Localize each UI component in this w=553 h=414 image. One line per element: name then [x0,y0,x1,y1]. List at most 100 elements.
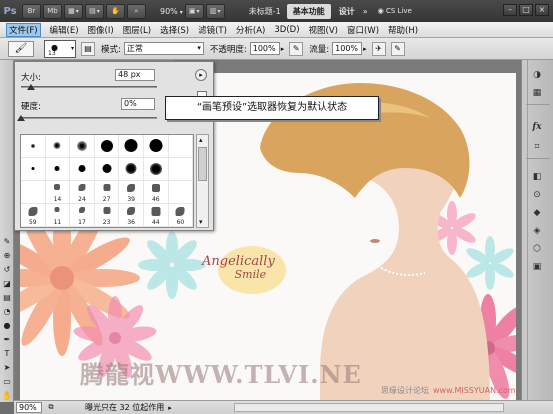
hand-tool-bar-icon[interactable]: ✋ [106,3,125,19]
workspace-design-button[interactable]: 设计 [339,6,355,17]
masks-icon[interactable]: ⊙ [529,188,545,202]
menu-view[interactable]: 视图(V) [309,24,338,36]
hardness-input[interactable]: 0% [121,98,155,110]
styles-icon[interactable]: fx [529,120,545,134]
scroll-thumb[interactable] [198,147,207,181]
menu-file[interactable]: 文件(F) [6,22,41,37]
mini-bridge-button[interactable]: Mb [43,3,62,19]
blur-icon[interactable]: ◔ [2,306,12,317]
cs-live-button[interactable]: ◉ CS Live [378,7,412,15]
brush-preset-cell[interactable] [45,135,71,158]
brush-preset-cell[interactable]: 27 [94,181,120,204]
layer-style-icon[interactable]: ⌗ [529,140,545,154]
brush-preset-cell[interactable] [168,135,194,158]
brush-preset-cell[interactable]: 59 [21,204,46,227]
zoom-tool-bar-icon[interactable]: ⌕ [127,3,146,19]
brush-preset-cell[interactable]: 39 [119,181,144,204]
shape-icon[interactable]: ▭ [2,376,12,387]
pressure-size-icon[interactable]: ✎ [390,41,405,56]
flow-arrow-icon[interactable]: ▸ [363,45,367,53]
adjustments-icon[interactable]: ◧ [529,170,545,184]
clone-stamp-icon[interactable]: ⊕ [2,250,12,261]
menu-edit[interactable]: 编辑(E) [50,24,79,36]
brush-preset-cell[interactable] [94,158,120,181]
brush-preset-cell[interactable] [168,181,194,204]
size-input[interactable]: 48 px [115,69,155,81]
hand-icon[interactable]: ✋ [2,390,12,401]
screen-mode-button[interactable]: ▣ [184,3,204,19]
opacity-field[interactable]: 100% [249,42,280,55]
status-zoom-field[interactable]: 90% [16,402,42,413]
brush-preset-picker[interactable]: ● 13 ▾ [44,39,76,58]
close-button[interactable]: × [535,4,549,16]
menu-window[interactable]: 窗口(W) [347,24,379,36]
mode-select[interactable]: 正常 [123,42,204,55]
dodge-icon[interactable]: ● [2,320,12,331]
hardness-slider-thumb[interactable] [17,115,25,121]
panel-menu-icon[interactable]: ▸ [195,69,207,81]
brush-preset-cell[interactable] [94,135,120,158]
scroll-down-icon[interactable]: ▾ [199,218,203,226]
airbrush-icon[interactable]: ✈ [371,41,386,56]
pen-icon[interactable]: ✒ [2,334,12,345]
minimize-button[interactable]: – [503,4,517,16]
bridge-button[interactable]: Br [22,3,41,19]
status-menu-arrow-icon[interactable]: ▸ [168,404,172,412]
preset-grid-scrollbar[interactable]: ▴ ▾ [196,134,209,228]
swatches-icon[interactable]: ▦ [529,86,545,100]
zoom-level-select[interactable]: 90% [160,7,183,16]
layers-icon[interactable]: ◆ [529,206,545,220]
brush-preset-cell[interactable] [119,158,144,181]
brush-preset-cell[interactable] [144,158,169,181]
brush-preset-cell[interactable]: 23 [94,204,120,227]
brush-preset-cell[interactable] [70,135,95,158]
brush-preset-cell[interactable] [21,181,46,204]
brush-preset-cell[interactable]: 14 [45,181,71,204]
brush-preset-cell[interactable]: 17 [70,204,95,227]
size-slider-thumb[interactable] [26,84,35,90]
brush-preset-cell[interactable]: 60 [168,204,194,227]
brush-preset-cell[interactable]: 36 [119,204,144,227]
tool-preset-picker[interactable]: 🖌 [8,40,34,57]
brush-preset-cell[interactable]: 46 [144,181,169,204]
menu-image[interactable]: 图像(I) [88,24,114,36]
extras-button[interactable]: ▥ [205,3,225,19]
document-info-icon[interactable]: ⧉ [45,402,57,413]
size-slider-track[interactable] [21,86,157,88]
path-select-icon[interactable]: ➤ [2,362,12,373]
menu-layer[interactable]: 图层(L) [123,24,151,36]
gradient-icon[interactable]: ▤ [2,292,12,303]
channels-icon[interactable]: ◈ [529,224,545,238]
color-icon[interactable]: ◑ [529,68,545,82]
scroll-up-icon[interactable]: ▴ [199,136,203,144]
brush-preset-cell[interactable] [144,135,169,158]
brush-preset-cell[interactable]: 11 [45,204,71,227]
brush-tool-icon[interactable]: ✎ [2,236,12,247]
arrange-documents-button[interactable]: ▤ [85,3,104,19]
brush-preset-cell[interactable] [119,135,144,158]
eraser-icon[interactable]: ◪ [2,278,12,289]
brush-preset-cell[interactable] [168,158,194,181]
brush-preset-cell[interactable]: 24 [70,181,95,204]
brush-preset-grid[interactable]: 14 24 27 39 46 59 11 17 23 36 44 60 [20,134,194,228]
menu-select[interactable]: 选择(S) [160,24,189,36]
menu-analysis[interactable]: 分析(A) [236,24,265,36]
restore-button[interactable]: □ [519,4,533,16]
pressure-opacity-icon[interactable]: ✎ [289,41,304,56]
menu-3d[interactable]: 3D(D) [274,25,299,35]
history-brush-icon[interactable]: ↺ [2,264,12,275]
menu-help[interactable]: 帮助(H) [388,24,418,36]
hardness-slider-track[interactable] [21,117,157,119]
canvas-vertical-scrollbar[interactable] [522,60,528,402]
menu-filter[interactable]: 滤镜(T) [198,24,227,36]
paths-icon[interactable]: ⬡ [529,242,545,256]
brush-preset-cell[interactable]: 44 [144,204,169,227]
toggle-brush-panel-icon[interactable]: ▤ [81,41,95,56]
brush-preset-cell[interactable] [45,158,71,181]
3d-icon[interactable]: ▣ [529,260,545,274]
brush-preset-cell[interactable] [21,135,46,158]
view-extras-button[interactable]: ▦ [64,3,83,19]
opacity-arrow-icon[interactable]: ▸ [281,45,285,53]
brush-preset-cell[interactable] [70,158,95,181]
flow-field[interactable]: 100% [332,42,363,55]
